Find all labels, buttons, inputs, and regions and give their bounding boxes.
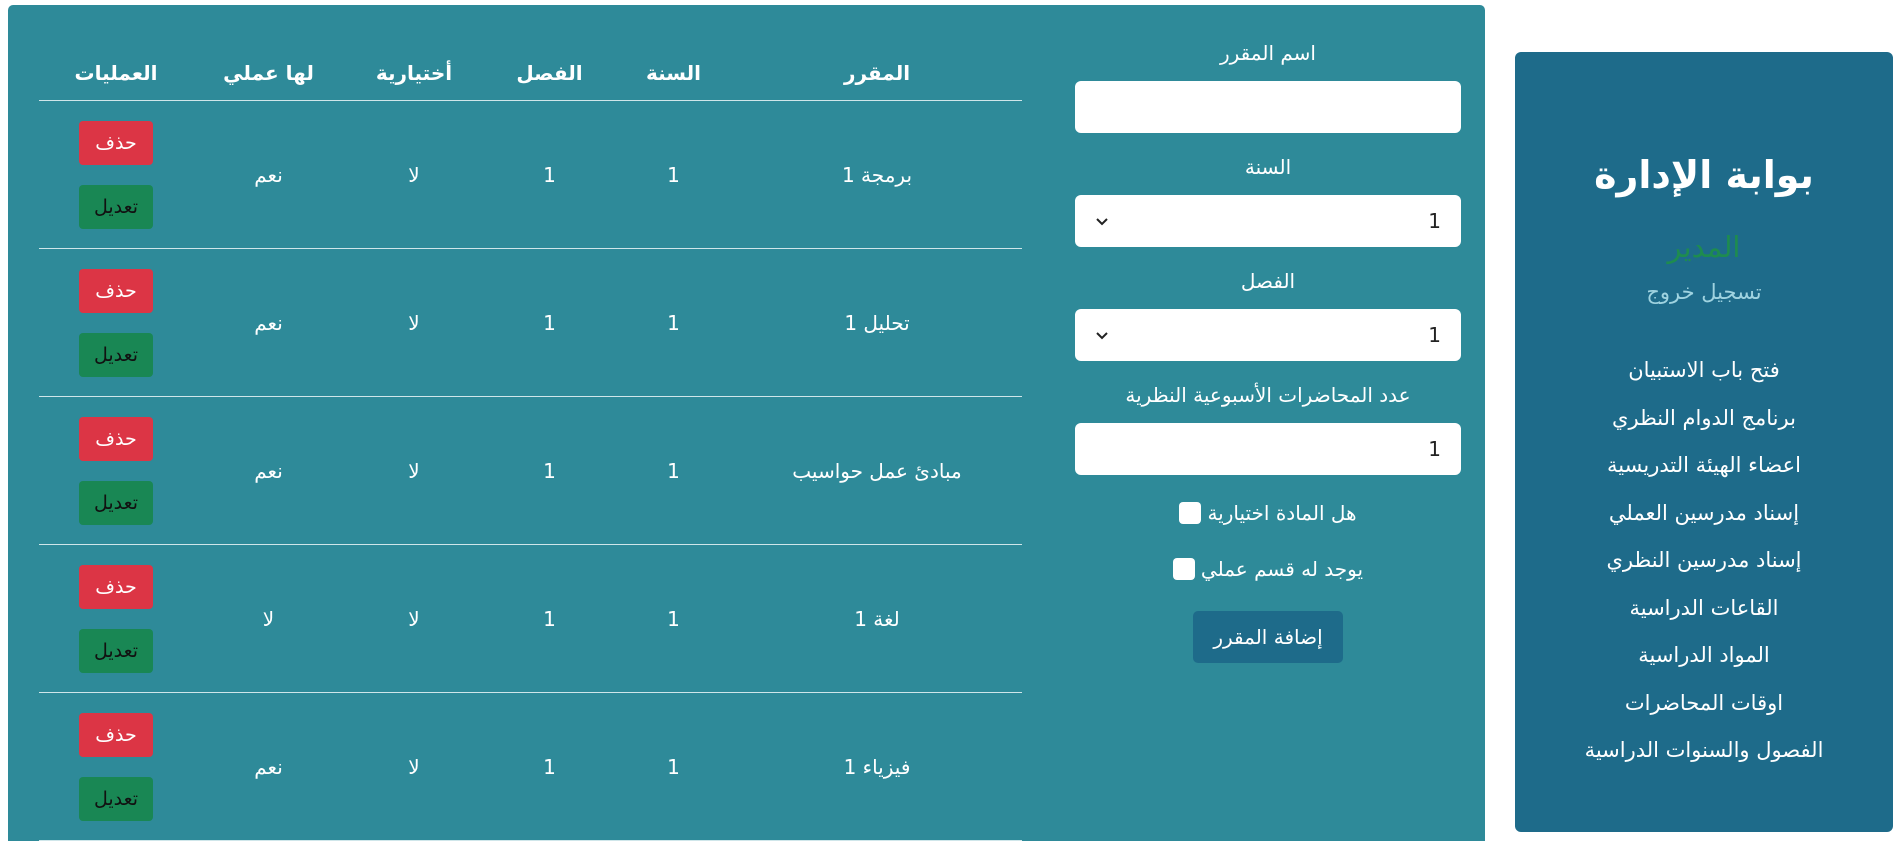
chevron-down-icon <box>1096 218 1108 226</box>
elective-checkbox[interactable] <box>1179 502 1202 524</box>
edit-button[interactable]: تعديل <box>79 332 153 377</box>
delete-button[interactable]: حذف <box>79 712 153 757</box>
course-name-label: اسم المقرر <box>1219 41 1316 65</box>
delete-button[interactable]: حذف <box>79 564 153 609</box>
header-year: السنة <box>645 60 701 85</box>
cell-operations: حذف تعديل <box>39 268 193 377</box>
cell-term: 1 <box>543 754 556 779</box>
cell-practical: لا <box>262 606 275 631</box>
cell-year: 1 <box>667 606 680 631</box>
cell-year: 1 <box>667 310 680 335</box>
cell-course: لغة 1 <box>854 606 900 631</box>
cell-practical: نعم <box>254 458 283 483</box>
header-elective: أختيارية <box>375 60 453 85</box>
table-header: المقرر السنة الفصل أختيارية لها عملي الع… <box>39 45 1022 101</box>
weekly-lectures-input[interactable] <box>1075 423 1461 475</box>
edit-button[interactable]: تعديل <box>79 628 153 673</box>
term-label: الفصل <box>1240 269 1296 293</box>
cell-year: 1 <box>667 754 680 779</box>
cell-operations: حذف تعديل <box>39 712 193 821</box>
cell-term: 1 <box>543 606 556 631</box>
elective-label: هل المادة اختيارية <box>1207 501 1357 525</box>
table-row: برمجة 1 1 1 لا نعم حذف تعديل <box>39 101 1022 249</box>
header-course: المقرر <box>843 60 911 85</box>
cell-elective: لا <box>408 310 420 335</box>
header-term: الفصل <box>516 60 583 85</box>
cell-course: مبادئ عمل حواسيب <box>792 458 962 483</box>
practical-label: يوجد له قسم عملي <box>1200 557 1364 581</box>
cell-term: 1 <box>543 162 556 187</box>
course-name-input[interactable] <box>1075 81 1461 133</box>
cell-elective: لا <box>408 754 420 779</box>
cell-term: 1 <box>543 310 556 335</box>
cell-practical: نعم <box>254 162 283 187</box>
sidebar-item-faculty-members[interactable]: اعضاء الهيئة التدريسية <box>1515 451 1893 499</box>
logout-link[interactable]: تسجيل خروج <box>1515 278 1893 306</box>
sidebar-item-theory-schedule[interactable]: برنامج الدوام النظري <box>1515 404 1893 452</box>
sidebar-item-terms-years[interactable]: الفصول والسنوات الدراسية <box>1515 736 1893 784</box>
delete-button[interactable]: حذف <box>79 416 153 461</box>
year-label: السنة <box>1244 155 1292 179</box>
portal-title: بوابة الإدارة <box>1594 153 1814 197</box>
delete-button[interactable]: حذف <box>79 268 153 313</box>
sidebar-item-assign-practical-teachers[interactable]: إسناد مدرسين العملي <box>1515 499 1893 547</box>
cell-practical: نعم <box>254 310 283 335</box>
practical-checkbox-row: يوجد له قسم عملي <box>1070 547 1466 591</box>
cell-term: 1 <box>543 458 556 483</box>
cell-elective: لا <box>408 162 420 187</box>
add-course-button[interactable]: إضافة المقرر <box>1193 611 1343 663</box>
sidebar-nav: فتح باب الاستبيان برنامج الدوام النظري ا… <box>1515 356 1893 784</box>
user-role: المدير <box>1667 230 1741 264</box>
cell-operations: حذف تعديل <box>39 416 193 525</box>
cell-course: تحليل 1 <box>844 310 910 335</box>
table-row: تحليل 1 1 1 لا نعم حذف تعديل <box>39 249 1022 397</box>
cell-elective: لا <box>408 458 420 483</box>
sidebar-item-open-survey[interactable]: فتح باب الاستبيان <box>1515 356 1893 404</box>
cell-year: 1 <box>667 162 680 187</box>
add-course-form: اسم المقرر السنة 1 الفصل 1 عدد المحاضرات… <box>1070 39 1466 663</box>
sidebar-item-lecture-times[interactable]: اوقات المحاضرات <box>1515 689 1893 737</box>
cell-operations: حذف تعديل <box>39 120 193 229</box>
sidebar-item-assign-theory-teachers[interactable]: إسناد مدرسين النظري <box>1515 546 1893 594</box>
cell-course: برمجة 1 <box>841 162 913 187</box>
cell-operations: حذف تعديل <box>39 564 193 673</box>
header-operations: العمليات <box>74 60 158 85</box>
cell-course: فيزياء 1 <box>843 754 911 779</box>
table-row: لغة 1 1 1 لا لا حذف تعديل <box>39 545 1022 693</box>
cell-year: 1 <box>667 458 680 483</box>
term-select[interactable]: 1 <box>1075 309 1461 361</box>
sidebar-item-courses[interactable]: المواد الدراسية <box>1515 641 1893 689</box>
year-select-value: 1 <box>1428 209 1441 233</box>
table-row: مبادئ عمل حواسيب 1 1 لا نعم حذف تعديل <box>39 397 1022 545</box>
edit-button[interactable]: تعديل <box>79 776 153 821</box>
admin-sidebar: بوابة الإدارة المدير تسجيل خروج فتح باب … <box>1515 52 1893 832</box>
sidebar-item-classrooms[interactable]: القاعات الدراسية <box>1515 594 1893 642</box>
year-select[interactable]: 1 <box>1075 195 1461 247</box>
courses-table: المقرر السنة الفصل أختيارية لها عملي الع… <box>39 45 1022 841</box>
chevron-down-icon <box>1096 332 1108 340</box>
edit-button[interactable]: تعديل <box>79 184 153 229</box>
edit-button[interactable]: تعديل <box>79 480 153 525</box>
header-practical: لها عملي <box>223 60 314 85</box>
elective-checkbox-row: هل المادة اختيارية <box>1070 491 1466 535</box>
delete-button[interactable]: حذف <box>79 120 153 165</box>
table-row: فيزياء 1 1 1 لا نعم حذف تعديل <box>39 693 1022 841</box>
practical-checkbox[interactable] <box>1172 558 1195 580</box>
main-panel: اسم المقرر السنة 1 الفصل 1 عدد المحاضرات… <box>8 5 1485 841</box>
page: بوابة الإدارة المدير تسجيل خروج فتح باب … <box>0 0 1894 841</box>
cell-practical: نعم <box>254 754 283 779</box>
weekly-lectures-label: عدد المحاضرات الأسبوعية النظرية <box>1125 383 1411 407</box>
cell-elective: لا <box>408 606 420 631</box>
term-select-value: 1 <box>1428 323 1441 347</box>
